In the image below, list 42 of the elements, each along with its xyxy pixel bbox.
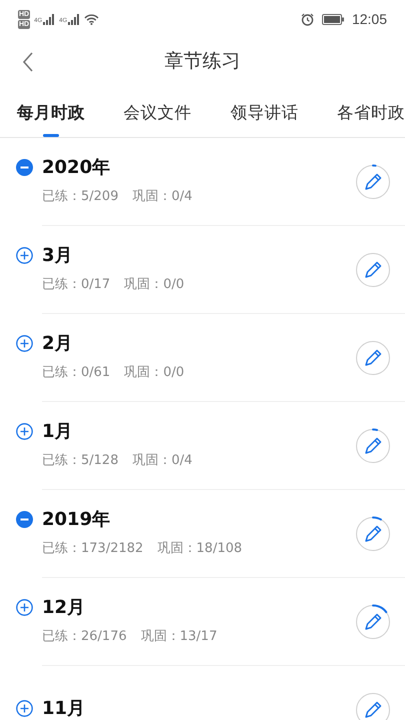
practice-button[interactable]	[355, 516, 391, 552]
chapter-title: 2019年	[42, 508, 110, 531]
chapter-title: 12月	[42, 596, 86, 619]
practice-button[interactable]	[355, 164, 391, 200]
expand-icon[interactable]	[16, 700, 33, 716]
chapter-title: 3月	[42, 244, 73, 267]
signal-icon	[43, 14, 56, 24]
chapter-title: 11月	[42, 697, 86, 720]
chapter-title: 2020年	[42, 156, 110, 179]
expand-icon[interactable]	[16, 598, 33, 616]
practice-count: 已练：5/209	[42, 188, 118, 205]
tab[interactable]: 领导讲话	[230, 102, 298, 137]
expand-icon[interactable]	[16, 246, 33, 264]
practice-count: 已练：26/176	[42, 628, 127, 645]
tab[interactable]: 每月时政	[17, 102, 85, 137]
page-title: 章节练习	[164, 49, 240, 74]
review-count: 巩固：0/4	[132, 188, 192, 205]
wifi-icon	[84, 14, 100, 24]
review-count: 巩固：0/0	[124, 276, 184, 293]
tab[interactable]: 各省时政	[336, 102, 405, 137]
collapse-icon[interactable]	[16, 510, 33, 528]
practice-count: 已练：5/128	[42, 452, 118, 469]
practice-count: 已练：0/17	[42, 276, 110, 293]
review-count: 巩固：18/108	[157, 540, 242, 557]
tab[interactable]: 会议文件	[124, 102, 192, 137]
collapse-icon[interactable]	[16, 158, 33, 176]
review-count: 巩固：13/17	[140, 628, 218, 645]
expand-icon[interactable]	[16, 422, 33, 440]
battery-icon	[322, 14, 344, 24]
practice-button[interactable]	[355, 428, 391, 464]
practice-button[interactable]	[355, 604, 391, 640]
practice-count: 已练：173/2182	[42, 540, 144, 557]
chapter-title: 2月	[42, 332, 73, 355]
alarm-icon	[300, 12, 314, 26]
review-count: 巩固：0/0	[124, 364, 184, 381]
back-icon[interactable]	[22, 52, 34, 72]
signal-icon	[68, 14, 80, 24]
review-count: 巩固：0/4	[132, 452, 192, 469]
expand-icon[interactable]	[16, 334, 33, 352]
practice-count: 已练：0/61	[42, 364, 110, 381]
chapter-title: 1月	[42, 420, 73, 443]
clock-time: 12:05	[352, 11, 387, 27]
